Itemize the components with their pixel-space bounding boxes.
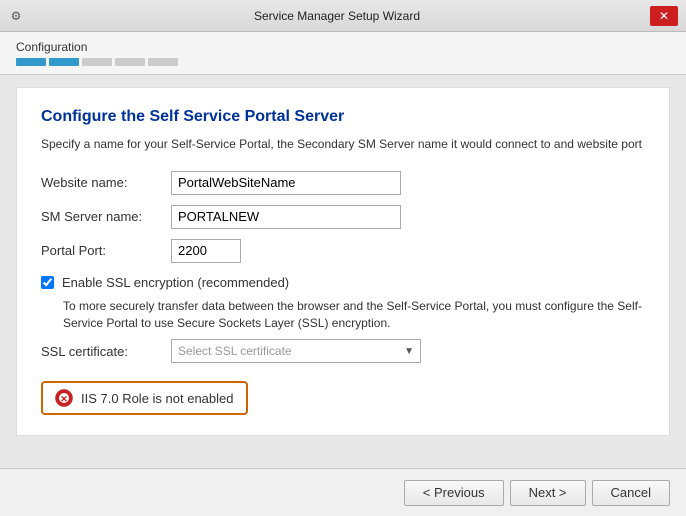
next-button[interactable]: Next > <box>510 480 586 506</box>
progress-bar <box>16 58 670 66</box>
svg-text:✕: ✕ <box>60 394 68 404</box>
main-panel: Configure the Self Service Portal Server… <box>16 87 670 436</box>
ssl-cert-label: SSL certificate: <box>41 344 171 359</box>
website-name-label: Website name: <box>41 175 171 190</box>
progress-step-4 <box>115 58 145 66</box>
page-title: Configure the Self Service Portal Server <box>41 108 645 126</box>
sm-server-input[interactable] <box>171 205 401 229</box>
app-icon: ⚙ <box>8 8 24 24</box>
chevron-down-icon: ▼ <box>404 346 414 357</box>
sm-server-row: SM Server name: <box>41 205 645 229</box>
website-name-row: Website name: <box>41 171 645 195</box>
description-text: Specify a name for your Self-Service Por… <box>41 136 645 153</box>
warning-box: ✕ IIS 7.0 Role is not enabled <box>41 381 248 415</box>
cancel-button[interactable]: Cancel <box>592 480 670 506</box>
progress-step-1 <box>16 58 46 66</box>
portal-port-label: Portal Port: <box>41 243 171 258</box>
portal-port-row: Portal Port: <box>41 239 645 263</box>
title-bar-text: Service Manager Setup Wizard <box>24 9 650 23</box>
ssl-checkbox[interactable] <box>41 276 54 289</box>
ssl-checkbox-label[interactable]: Enable SSL encryption (recommended) <box>62 275 289 290</box>
warning-text: IIS 7.0 Role is not enabled <box>81 391 234 406</box>
website-name-input[interactable] <box>171 171 401 195</box>
sm-server-label: SM Server name: <box>41 209 171 224</box>
progress-section: Configuration <box>0 32 686 75</box>
window: ⚙ Service Manager Setup Wizard ✕ Configu… <box>0 0 686 516</box>
error-icon: ✕ <box>55 389 73 407</box>
title-bar: ⚙ Service Manager Setup Wizard ✕ <box>0 0 686 32</box>
ssl-cert-dropdown[interactable]: Select SSL certificate ▼ <box>171 339 421 363</box>
ssl-checkbox-row: Enable SSL encryption (recommended) <box>41 275 645 290</box>
footer: < Previous Next > Cancel <box>0 468 686 516</box>
close-button[interactable]: ✕ <box>650 6 678 26</box>
ssl-note: To more securely transfer data between t… <box>63 298 645 332</box>
progress-label: Configuration <box>16 40 670 54</box>
ssl-cert-placeholder: Select SSL certificate <box>178 344 292 358</box>
previous-button[interactable]: < Previous <box>404 480 504 506</box>
progress-step-3 <box>82 58 112 66</box>
close-icon: ✕ <box>659 9 669 23</box>
progress-step-2 <box>49 58 79 66</box>
portal-port-input[interactable] <box>171 239 241 263</box>
ssl-cert-row: SSL certificate: Select SSL certificate … <box>41 339 645 363</box>
progress-step-5 <box>148 58 178 66</box>
